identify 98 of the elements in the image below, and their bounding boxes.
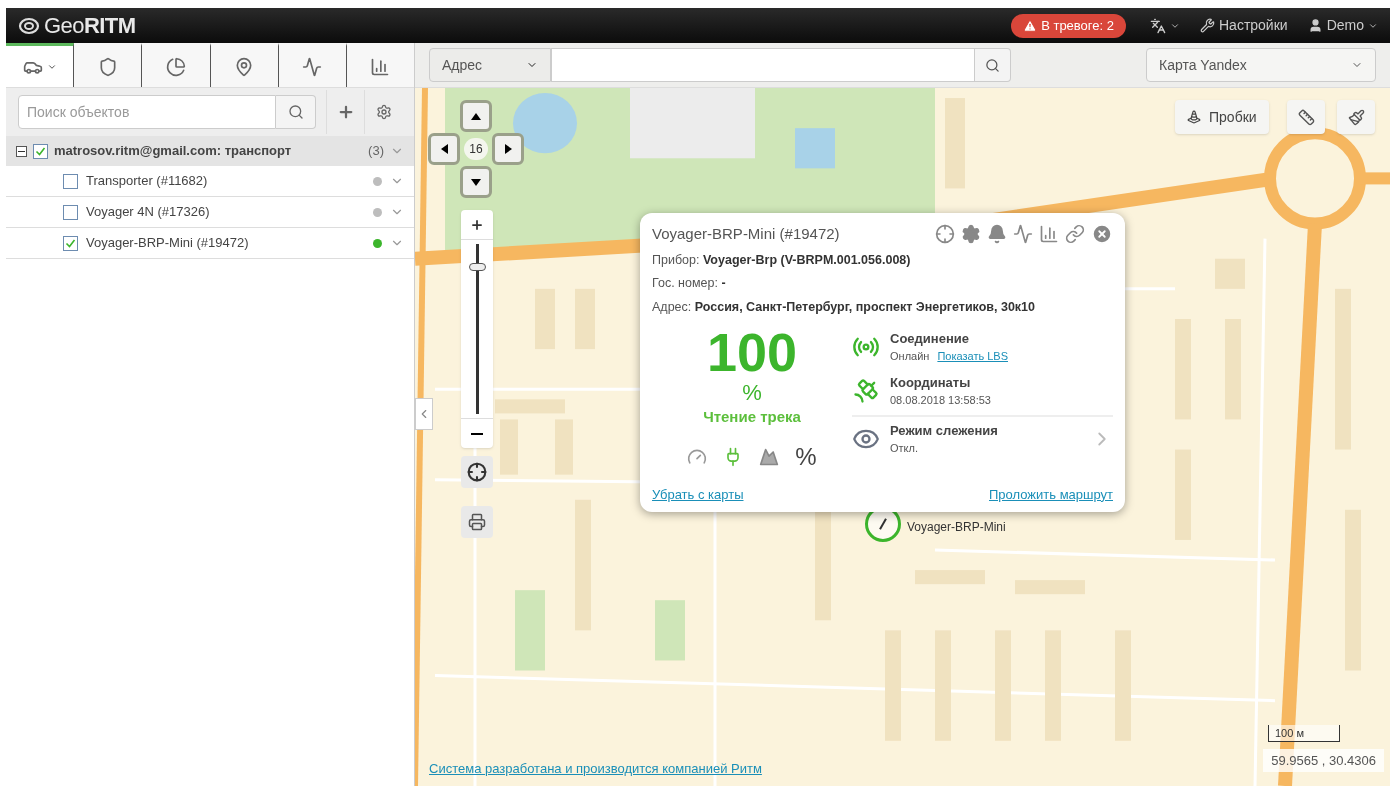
park [655,600,685,661]
building [500,419,518,475]
object-row[interactable]: Voyager 4N (#17326) [6,197,414,228]
settings-link[interactable]: Настройки [1200,15,1288,36]
checkbox[interactable] [33,143,48,159]
status-value: Откл. [890,441,918,457]
popup-detail: Гос. номер: - [652,275,726,293]
gear-icon[interactable] [961,224,981,245]
sidebar-tab[interactable] [6,43,75,87]
track-line-icon[interactable] [1013,224,1033,245]
logo-icon [18,16,40,35]
object-row[interactable]: Voyager-BRP-Mini (#19472) [6,228,414,259]
crosshair-icon [467,462,487,482]
ruler-button[interactable] [1287,100,1325,134]
status-title: Координаты [890,373,972,392]
traffic-button[interactable]: Пробки [1175,100,1269,134]
crosshair-icon[interactable] [935,224,955,245]
search-icon [985,57,1000,73]
search-field[interactable]: Поиск объектов [18,95,276,129]
building [1015,580,1085,595]
address-field[interactable] [551,48,975,82]
triangle-right-icon [504,144,512,154]
checkbox[interactable] [63,204,78,220]
link-icon[interactable] [1065,224,1085,245]
search-button[interactable] [276,95,316,129]
popup-detail: Прибор: Voyager-Brp (V-BRPM.001.056.008) [652,251,911,269]
address-search-button[interactable] [975,48,1011,82]
show-lbs-link[interactable]: Показать LBS [937,348,1008,365]
remove-from-map-link[interactable]: Убрать с карты [652,484,744,505]
object-row[interactable]: Transporter (#11682) [6,166,414,197]
building [555,419,573,475]
build-route-link[interactable]: Проложить маршрут [989,484,1113,505]
wrench-icon [1200,18,1215,33]
ruler-icon [1297,108,1315,126]
popup-title: Voyager-BRP-Mini (#19472) [652,224,840,244]
print-button[interactable] [461,506,493,538]
group-label: matrosov.ritm@gmail.com: транспорт [54,142,293,161]
zoom-slider-track[interactable] [467,244,487,414]
progress-value: 100 [706,324,798,379]
triangle-up-icon [471,112,481,120]
object-label: Transporter (#11682) [86,172,209,191]
close-icon[interactable] [1091,223,1113,246]
warning-icon [1023,18,1038,33]
progress-label: Чтение трека [703,407,801,428]
popup-detail: Адрес: Россия, Санкт-Петербург, проспект Энергетиков, 30к10 [652,299,1036,316]
pan-up-button[interactable] [460,100,492,132]
status-value: 08.08.2018 13:58:53 [890,393,991,409]
triangle-left-icon [440,144,448,154]
group-row[interactable]: matrosov.ritm@gmail.com: транспорт (3) [6,136,414,166]
progress-unit: % [742,378,762,407]
status-value: Онлайн [890,349,930,365]
status-title: Соединение [890,329,970,348]
pie-chart-icon [165,56,186,77]
traffic-light-icon [1187,110,1201,124]
alarm-badge[interactable]: В тревоге: 2 [1011,13,1126,38]
pond [513,93,577,154]
pan-down-button[interactable] [460,166,492,198]
checkbox[interactable] [63,235,78,251]
triangle-down-icon [471,178,481,186]
mountain-icon[interactable] [759,446,780,467]
object-label: Voyager-BRP-Mini (#19472) [86,234,250,253]
coordinates: 59.9565 , 30.4306 [1263,748,1384,772]
bell-icon[interactable] [987,224,1007,245]
clear-button[interactable] [1337,100,1375,134]
collapse-toggle[interactable] [16,145,27,157]
bar-chart-icon[interactable] [1039,224,1059,245]
building [1215,258,1245,289]
building [915,570,985,585]
building [535,288,555,350]
group-count: (3) [368,142,384,161]
language-icon [1150,17,1166,34]
checkbox[interactable] [63,173,78,189]
search-icon [287,104,304,120]
building [575,288,595,350]
map-type-select[interactable]: Карта Yandex [1146,48,1376,82]
address-mode-select[interactable]: Адрес [429,48,551,82]
pond [795,128,835,169]
satellite-icon [852,376,880,405]
plus-icon [470,217,484,232]
broom-icon [1347,108,1365,126]
locate-button[interactable] [461,456,493,488]
status-title: Режим слежения [890,421,999,440]
building [495,399,565,414]
minus-icon [471,432,483,435]
track-line-icon [302,56,323,77]
scale-bar: 100 м [1268,724,1340,742]
user-icon [1307,18,1323,33]
logo[interactable]: GeoRITM [44,9,136,42]
pan-right-button[interactable] [492,133,524,165]
language-menu[interactable] [1150,17,1180,34]
percent-sign[interactable]: % [795,438,817,475]
printer-icon [468,513,486,531]
pan-left-button[interactable] [428,133,460,165]
user-menu[interactable]: Demo [1307,15,1378,36]
object-label: Voyager 4N (#17326) [86,203,211,222]
bar-chart-icon [370,56,391,77]
gear-icon [375,104,392,120]
zoom-slider-thumb[interactable] [468,263,486,272]
